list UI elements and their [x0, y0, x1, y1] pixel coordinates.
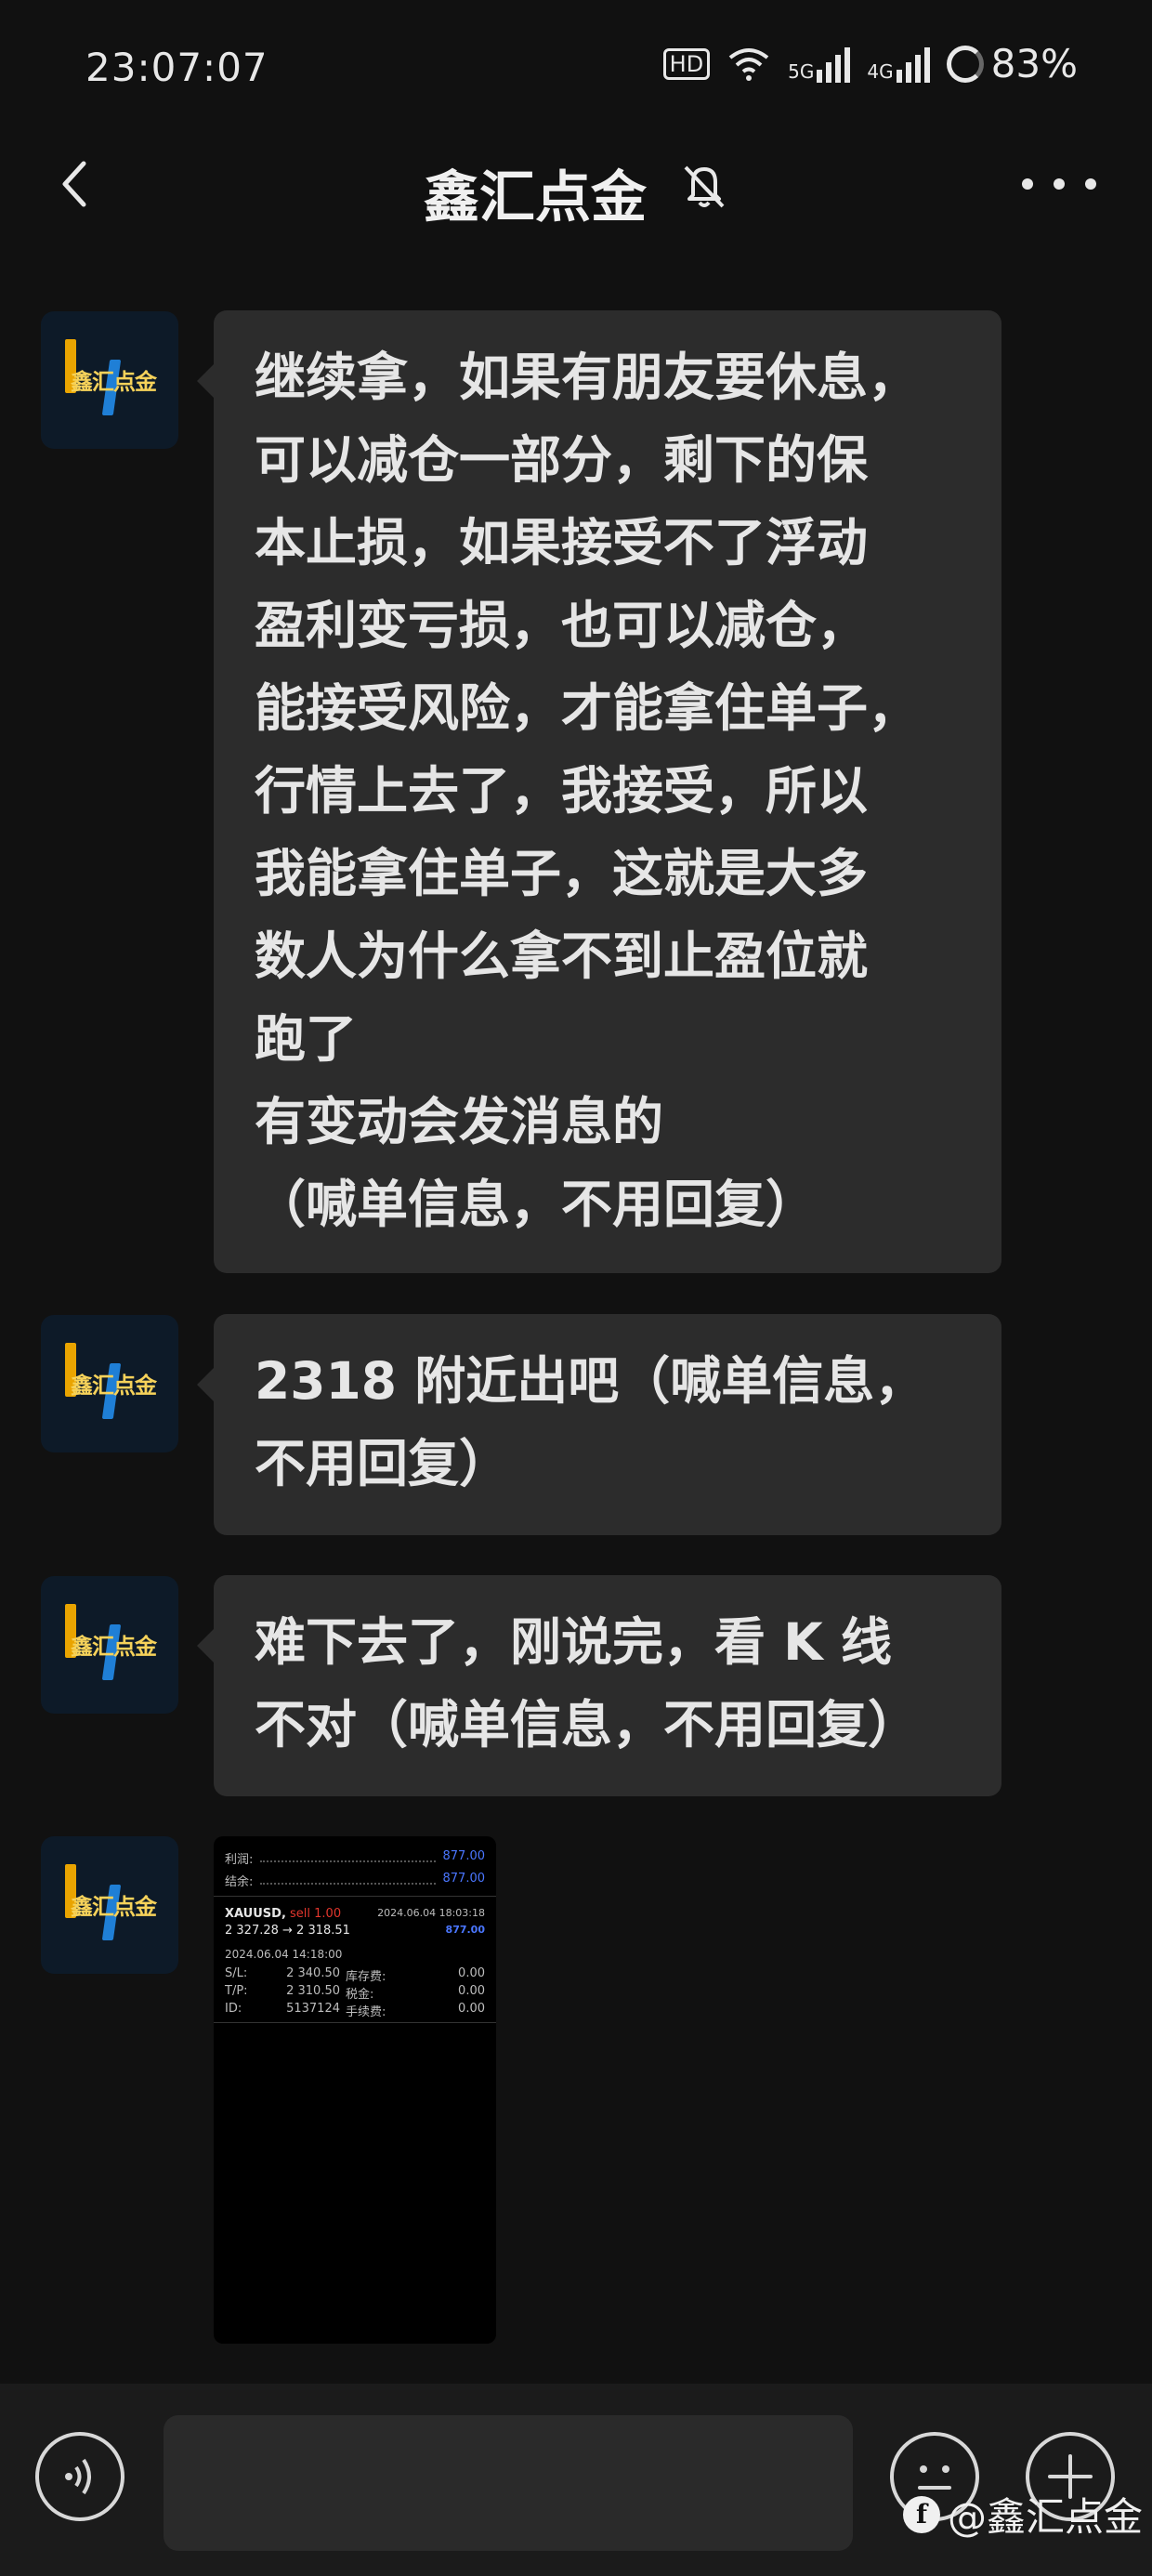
- voice-button[interactable]: [35, 2432, 124, 2521]
- avatar[interactable]: 鑫汇点金: [41, 311, 178, 449]
- dotted-leader: [260, 1872, 436, 1885]
- symbol: XAUUSD,: [225, 1907, 286, 1921]
- dotted-leader: [260, 1849, 436, 1862]
- message-line: 可以减仓一部分，剩下的保: [255, 430, 869, 490]
- open-time-row: 2024.06.04 14:18:00: [225, 1948, 485, 1961]
- detail-value: 0.00: [458, 1966, 485, 1980]
- message-line: 行情上去了，我接受，所以: [255, 761, 869, 821]
- clock: 23:07:07: [85, 45, 268, 90]
- avatar-logo-text: 鑫汇点金: [71, 1894, 157, 1920]
- detail-value: 0.00: [458, 2002, 485, 2016]
- message-line: 不对（喊单信息，不用回复）: [255, 1695, 920, 1755]
- bell-muted-icon[interactable]: [676, 158, 732, 214]
- battery-ring-icon: [946, 45, 984, 83]
- detail-row: T/P: 2 310.50 税金: 0.00: [225, 1984, 485, 2002]
- avatar[interactable]: 鑫汇点金: [41, 1315, 178, 1452]
- detail-label: 库存费:: [346, 1970, 386, 1984]
- avatar[interactable]: 鑫汇点金: [41, 1576, 178, 1714]
- battery: 83%: [946, 41, 1078, 86]
- message-bubble[interactable]: 2318 附近出吧（喊单信息， 不用回复）: [197, 1314, 1001, 1535]
- signal-bars-icon: [817, 46, 851, 83]
- detail-label: 手续费:: [346, 2005, 386, 2019]
- signal-bars-icon: [896, 46, 930, 83]
- watermark: f @鑫汇点金: [902, 2486, 1143, 2543]
- detail-value: 0.00: [458, 1984, 485, 1998]
- input-bar: f @鑫汇点金: [0, 2384, 1152, 2576]
- status-icons: HD 5G 4G 83%: [662, 41, 1078, 86]
- dot-icon: [1085, 178, 1096, 190]
- detail-label: T/P:: [225, 1984, 248, 1998]
- message-line: 有变动会发消息的: [255, 1092, 664, 1151]
- chat-title: 鑫汇点金: [424, 165, 647, 230]
- detail-value: 2 340.50: [286, 1966, 340, 1980]
- trade-side: sell 1.00: [290, 1907, 342, 1921]
- status-bar: 23:07:07 HD 5G 4G 83%: [0, 0, 1152, 130]
- avatar-logo-text: 鑫汇点金: [71, 1634, 157, 1660]
- message-line: 数人为什么拿不到止盈位就: [255, 927, 869, 986]
- message-line: 我能拿住单子，这就是大多: [255, 844, 869, 903]
- balance-label: 结余:: [225, 1875, 254, 1889]
- balance-row: 结余: 877.00: [225, 1872, 485, 1889]
- price-range: 2 327.28 → 2 318.51: [225, 1924, 350, 1938]
- message-bubble[interactable]: 难下去了，刚说完，看 K 线 不对（喊单信息，不用回复）: [197, 1575, 1001, 1796]
- message-line: 跑了: [255, 1009, 358, 1069]
- dot-icon: [1022, 178, 1033, 190]
- detail-value: 5137124: [286, 2002, 340, 2016]
- message-line: 不用回复）: [255, 1434, 511, 1493]
- network-4g-label: 4G: [867, 59, 894, 83]
- message-line: 继续拿，如果有朋友要休息，: [255, 348, 920, 407]
- trade-pnl: 877.00: [445, 1924, 485, 1936]
- avatar[interactable]: 鑫汇点金: [41, 1836, 178, 1974]
- detail-value: 2 310.50: [286, 1984, 340, 1998]
- detail-label: ID:: [225, 2002, 242, 2016]
- divider: [214, 2022, 496, 2023]
- back-arrow-icon[interactable]: [50, 156, 106, 212]
- message-bubble[interactable]: 继续拿，如果有朋友要休息， 可以减仓一部分，剩下的保 本止损，如果接受不了浮动 …: [197, 310, 1001, 1273]
- voice-icon: [65, 2458, 91, 2495]
- signal-5g: 5G: [788, 46, 851, 83]
- trade-header-row: XAUUSD, sell 1.00 2024.06.04 18:03:18: [225, 1907, 485, 1921]
- dot-icon: [1054, 178, 1065, 190]
- detail-label: S/L:: [225, 1966, 248, 1980]
- battery-percent: 83%: [990, 41, 1078, 86]
- message-line: 能接受风险，才能拿住单子，: [255, 678, 920, 738]
- image-message[interactable]: 利润: 877.00 结余: 877.00 XAUUSD, sell 1.00 …: [214, 1836, 496, 2344]
- divider: [214, 1896, 496, 1897]
- detail-row: ID: 5137124 手续费: 0.00: [225, 2002, 485, 2019]
- watermark-text: @鑫汇点金: [947, 2494, 1143, 2540]
- message-line: 本止损，如果接受不了浮动: [255, 513, 869, 572]
- open-time: 2024.06.04 14:18:00: [225, 1948, 343, 1961]
- wifi-icon: [728, 47, 769, 81]
- profit-label: 利润:: [225, 1853, 254, 1867]
- balance-value: 877.00: [442, 1872, 486, 1886]
- profit-value: 877.00: [442, 1849, 486, 1863]
- message-line: 难下去了，刚说完，看 K 线: [255, 1612, 892, 1672]
- message-input[interactable]: [164, 2415, 853, 2551]
- chat-header: 鑫汇点金: [0, 130, 1152, 242]
- message-line: 盈利变亏损，也可以减仓，: [255, 596, 869, 655]
- message-line: （喊单信息，不用回复）: [255, 1175, 818, 1234]
- detail-label: 税金:: [346, 1988, 374, 2002]
- profit-row: 利润: 877.00: [225, 1849, 485, 1867]
- zhihu-logo-icon: f: [902, 2495, 940, 2533]
- network-5g-label: 5G: [788, 59, 815, 83]
- trade-price-row: 2 327.28 → 2 318.51 877.00: [225, 1924, 485, 1938]
- avatar-logo-text: 鑫汇点金: [71, 369, 157, 395]
- message-line: 2318 附近出吧（喊单信息，: [255, 1351, 926, 1411]
- hd-icon: HD: [662, 47, 711, 80]
- close-time: 2024.06.04 18:03:18: [377, 1907, 485, 1919]
- signal-4g: 4G: [867, 46, 930, 83]
- more-button[interactable]: [1022, 156, 1096, 212]
- detail-row: S/L: 2 340.50 库存费: 0.00: [225, 1966, 485, 1984]
- avatar-logo-text: 鑫汇点金: [71, 1373, 157, 1399]
